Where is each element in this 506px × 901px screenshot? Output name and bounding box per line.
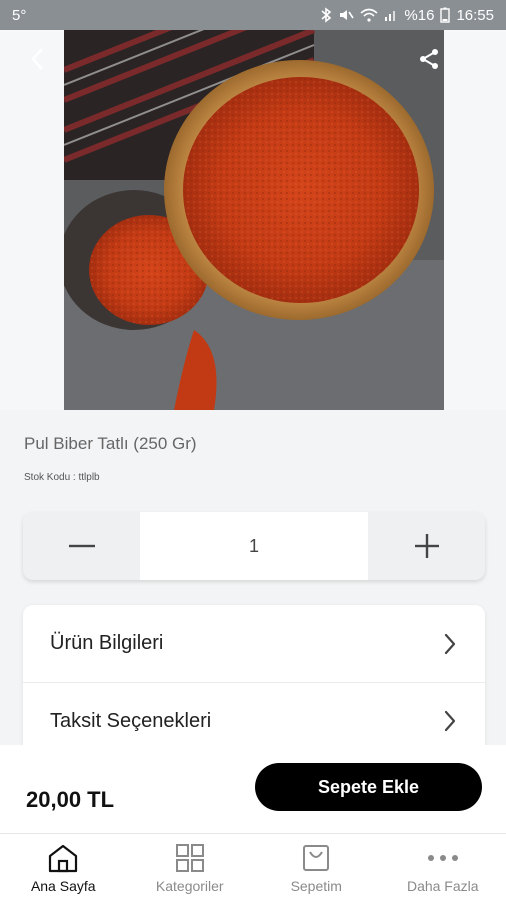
share-icon <box>417 47 441 71</box>
add-to-cart-button[interactable]: Sepete Ekle <box>255 763 482 811</box>
decrease-quantity-button[interactable] <box>23 512 140 580</box>
home-icon <box>47 843 79 873</box>
info-row-label: Taksit Seçenekleri <box>50 710 211 733</box>
tab-categories[interactable]: Kategoriler <box>127 834 254 901</box>
back-button[interactable] <box>22 44 52 74</box>
chevron-left-icon <box>29 47 45 71</box>
product-info-card: Ürün Bilgileri Taksit Seçenekleri <box>23 605 485 765</box>
shopping-bag-icon <box>301 843 331 873</box>
share-button[interactable] <box>414 44 444 74</box>
purchase-bar: 20,00 TL Sepete Ekle <box>0 745 506 833</box>
tab-more[interactable]: Daha Fazla <box>380 834 506 901</box>
more-dots-icon <box>427 854 459 862</box>
chevron-right-icon <box>443 709 457 733</box>
quantity-value[interactable]: 1 <box>140 512 368 580</box>
tab-label: Daha Fazla <box>407 878 479 894</box>
clock: 16:55 <box>456 7 494 24</box>
grid-icon <box>175 843 205 873</box>
product-title: Pul Biber Tatlı (250 Gr) <box>24 434 197 454</box>
product-image-area <box>0 30 506 410</box>
temperature-text: 5° <box>12 7 26 24</box>
quantity-stepper: 1 <box>23 512 485 580</box>
stock-code-line: Stok Kodu : ttlplb <box>24 472 100 483</box>
tab-home[interactable]: Ana Sayfa <box>0 834 127 901</box>
bottom-navigation: Ana Sayfa Kategoriler Sepetim Daha Fazla <box>0 833 506 901</box>
stock-code-label: Stok Kodu : <box>24 472 76 483</box>
tab-label: Sepetim <box>291 878 342 894</box>
tab-cart[interactable]: Sepetim <box>253 834 380 901</box>
bluetooth-icon <box>320 7 332 23</box>
stock-code-value: ttlplb <box>78 472 99 483</box>
plus-icon <box>415 534 439 558</box>
status-icons: %16 16:55 <box>320 7 494 24</box>
info-row-label: Ürün Bilgileri <box>50 632 163 655</box>
increase-quantity-button[interactable] <box>368 512 485 580</box>
wifi-icon <box>360 8 378 22</box>
chevron-right-icon <box>443 632 457 656</box>
battery-icon <box>440 7 450 23</box>
minus-icon <box>69 544 95 548</box>
product-price: 20,00 TL <box>26 787 114 813</box>
tab-label: Kategoriler <box>156 878 224 894</box>
tab-label: Ana Sayfa <box>31 878 96 894</box>
product-photo[interactable] <box>64 30 444 410</box>
signal-icon <box>384 8 398 22</box>
info-row-product-details[interactable]: Ürün Bilgileri <box>23 605 485 682</box>
mute-icon <box>338 7 354 23</box>
status-bar: 5° %16 16:55 <box>0 0 506 30</box>
battery-percent: %16 <box>404 7 434 24</box>
